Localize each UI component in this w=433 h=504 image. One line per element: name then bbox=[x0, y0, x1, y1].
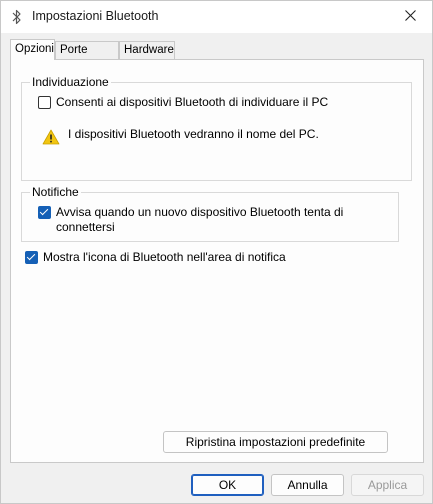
discovery-group-label: Individuazione bbox=[30, 75, 111, 89]
apply-button[interactable]: Applica bbox=[351, 474, 424, 496]
new-device-alert-label-line2: connettersi bbox=[56, 220, 115, 234]
cancel-button[interactable]: Annulla bbox=[271, 474, 344, 496]
bluetooth-icon bbox=[11, 9, 23, 25]
restore-defaults-button[interactable]: Ripristina impostazioni predefinite bbox=[163, 431, 388, 453]
show-tray-icon-checkbox-box[interactable] bbox=[25, 251, 38, 264]
notifications-group-label: Notifiche bbox=[30, 185, 81, 199]
tab-hardware[interactable]: Hardware bbox=[119, 41, 175, 59]
new-device-alert-checkbox[interactable]: Avvisa quando un nuovo dispositivo Bluet… bbox=[38, 205, 343, 235]
new-device-alert-label-line1: Avvisa quando un nuovo dispositivo Bluet… bbox=[56, 205, 344, 219]
discovery-warning-text: I dispositivi Bluetooth vedranno il nome… bbox=[68, 127, 319, 141]
bluetooth-settings-dialog: Impostazioni Bluetooth Opzioni Porte COM… bbox=[0, 0, 433, 504]
notifications-group: Notifiche Avvisa quando un nuovo disposi… bbox=[21, 185, 399, 242]
allow-discovery-checkbox[interactable]: Consenti ai dispositivi Bluetooth di ind… bbox=[38, 95, 328, 110]
title-bar: Impostazioni Bluetooth bbox=[1, 1, 432, 33]
warning-icon bbox=[42, 129, 60, 145]
tab-opzioni[interactable]: Opzioni bbox=[10, 39, 55, 60]
ok-button[interactable]: OK bbox=[191, 474, 264, 496]
new-device-alert-checkbox-box[interactable] bbox=[38, 206, 51, 219]
allow-discovery-label: Consenti ai dispositivi Bluetooth di ind… bbox=[56, 95, 329, 109]
options-panel: Individuazione Consenti ai dispositivi B… bbox=[10, 59, 424, 463]
window-title: Impostazioni Bluetooth bbox=[32, 9, 159, 23]
show-tray-icon-checkbox[interactable]: Mostra l'icona di Bluetooth nell'area di… bbox=[25, 250, 286, 265]
tab-porte-com[interactable]: Porte COM bbox=[55, 41, 119, 73]
close-button[interactable] bbox=[388, 1, 432, 33]
allow-discovery-checkbox-box[interactable] bbox=[38, 96, 51, 109]
close-icon bbox=[404, 10, 416, 24]
discovery-group: Individuazione Consenti ai dispositivi B… bbox=[21, 75, 412, 181]
show-tray-icon-label: Mostra l'icona di Bluetooth nell'area di… bbox=[43, 250, 286, 264]
